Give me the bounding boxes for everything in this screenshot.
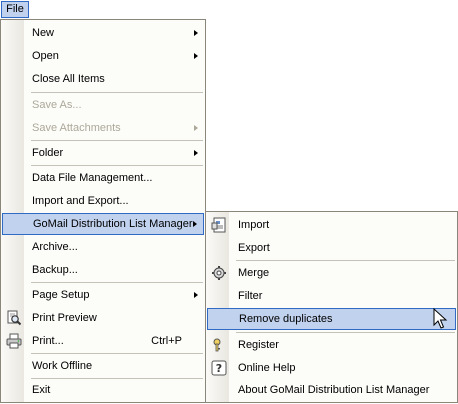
menu-item-save-as: Save As... [2, 94, 204, 116]
menu-item-gomail-label: GoMail Distribution List Manager [33, 218, 193, 230]
submenu-item-online-help[interactable]: ? Online Help [207, 357, 456, 379]
submenu-arrow-icon [194, 150, 198, 156]
menu-item-import-export[interactable]: Import and Export... [2, 190, 204, 212]
mouse-cursor-icon [433, 308, 448, 329]
menu-item-new[interactable]: New [2, 22, 204, 44]
gomail-submenu: Import Export Merge Filter Remove duplic… [205, 211, 458, 403]
menu-item-work-offline-label: Work Offline [32, 360, 93, 372]
menu-item-data-file-management-label: Data File Management... [32, 172, 153, 184]
menu-item-import-export-label: Import and Export... [32, 195, 129, 207]
submenu-arrow-icon [194, 53, 198, 59]
menu-item-open[interactable]: Open [2, 45, 204, 67]
menu-separator [31, 353, 203, 354]
menu-item-page-setup-label: Page Setup [32, 289, 90, 301]
help-icon: ? [211, 360, 227, 376]
file-dropdown-menu: New Open Close All Items Save As... Save… [0, 19, 206, 403]
menu-item-new-label: New [32, 27, 55, 39]
menu-item-save-as-label: Save As... [32, 99, 82, 111]
menu-item-work-offline[interactable]: Work Offline [2, 355, 204, 377]
menu-item-folder[interactable]: Folder [2, 142, 204, 164]
submenu-item-filter-label: Filter [238, 290, 263, 302]
submenu-item-about[interactable]: About GoMail Distribution List Manager [207, 379, 456, 401]
submenu-arrow-icon [193, 221, 197, 227]
submenu-item-about-label: About GoMail Distribution List Manager [238, 384, 430, 396]
merge-icon [212, 266, 226, 280]
submenu-item-remove-duplicates[interactable]: Remove duplicates [207, 308, 456, 330]
menu-item-save-attachments-label: Save Attachments [32, 122, 121, 134]
menu-separator [236, 260, 455, 261]
submenu-item-export-label: Export [238, 242, 270, 254]
import-icon [211, 217, 226, 233]
menu-separator [236, 332, 455, 333]
menu-item-backup[interactable]: Backup... [2, 259, 204, 281]
menu-separator [31, 282, 203, 283]
submenu-arrow-icon [194, 292, 198, 298]
submenu-item-filter[interactable]: Filter [207, 285, 456, 307]
register-icon [213, 338, 221, 352]
submenu-item-export[interactable]: Export [207, 237, 456, 259]
menu-item-print-label: Print... [32, 335, 64, 347]
menu-item-page-setup[interactable]: Page Setup [2, 284, 204, 306]
svg-text:?: ? [216, 362, 222, 375]
menu-item-backup-label: Backup... [32, 264, 78, 276]
menu-item-archive[interactable]: Archive... [2, 236, 204, 258]
menu-item-exit-label: Exit [32, 384, 51, 396]
menu-item-archive-label: Archive... [32, 241, 78, 253]
printer-icon [6, 333, 22, 349]
menu-separator [31, 165, 203, 166]
submenu-item-merge[interactable]: Merge [207, 262, 456, 284]
submenu-item-online-help-label: Online Help [238, 362, 296, 374]
submenu-arrow-icon [194, 30, 198, 36]
menu-item-save-attachments: Save Attachments [2, 117, 204, 139]
menu-item-open-label: Open [32, 50, 59, 62]
menu-item-close-all-label: Close All Items [32, 73, 105, 85]
submenu-item-merge-label: Merge [238, 267, 270, 279]
menu-item-data-file-management[interactable]: Data File Management... [2, 167, 204, 189]
file-menu-button[interactable]: File [1, 1, 29, 18]
submenu-arrow-icon [194, 125, 198, 131]
menu-item-print-shortcut: Ctrl+P [151, 335, 182, 347]
menu-item-print-preview-label: Print Preview [32, 312, 97, 324]
submenu-item-remove-duplicates-label: Remove duplicates [239, 313, 333, 325]
menu-item-close-all[interactable]: Close All Items [2, 68, 204, 90]
menu-item-folder-label: Folder [32, 147, 64, 159]
menu-item-print[interactable]: Print... Ctrl+P [2, 330, 204, 352]
print-preview-icon [7, 310, 22, 326]
menu-item-print-preview[interactable]: Print Preview [2, 307, 204, 329]
submenu-item-register-label: Register [238, 339, 279, 351]
menu-item-gomail[interactable]: GoMail Distribution List Manager [2, 213, 204, 235]
menu-separator [31, 92, 203, 93]
menu-item-exit[interactable]: Exit [2, 379, 204, 401]
menu-separator [31, 140, 203, 141]
submenu-item-import-label: Import [238, 219, 270, 231]
file-menu-label: File [6, 3, 24, 15]
submenu-item-import[interactable]: Import [207, 214, 456, 236]
submenu-item-register[interactable]: Register [207, 334, 456, 356]
